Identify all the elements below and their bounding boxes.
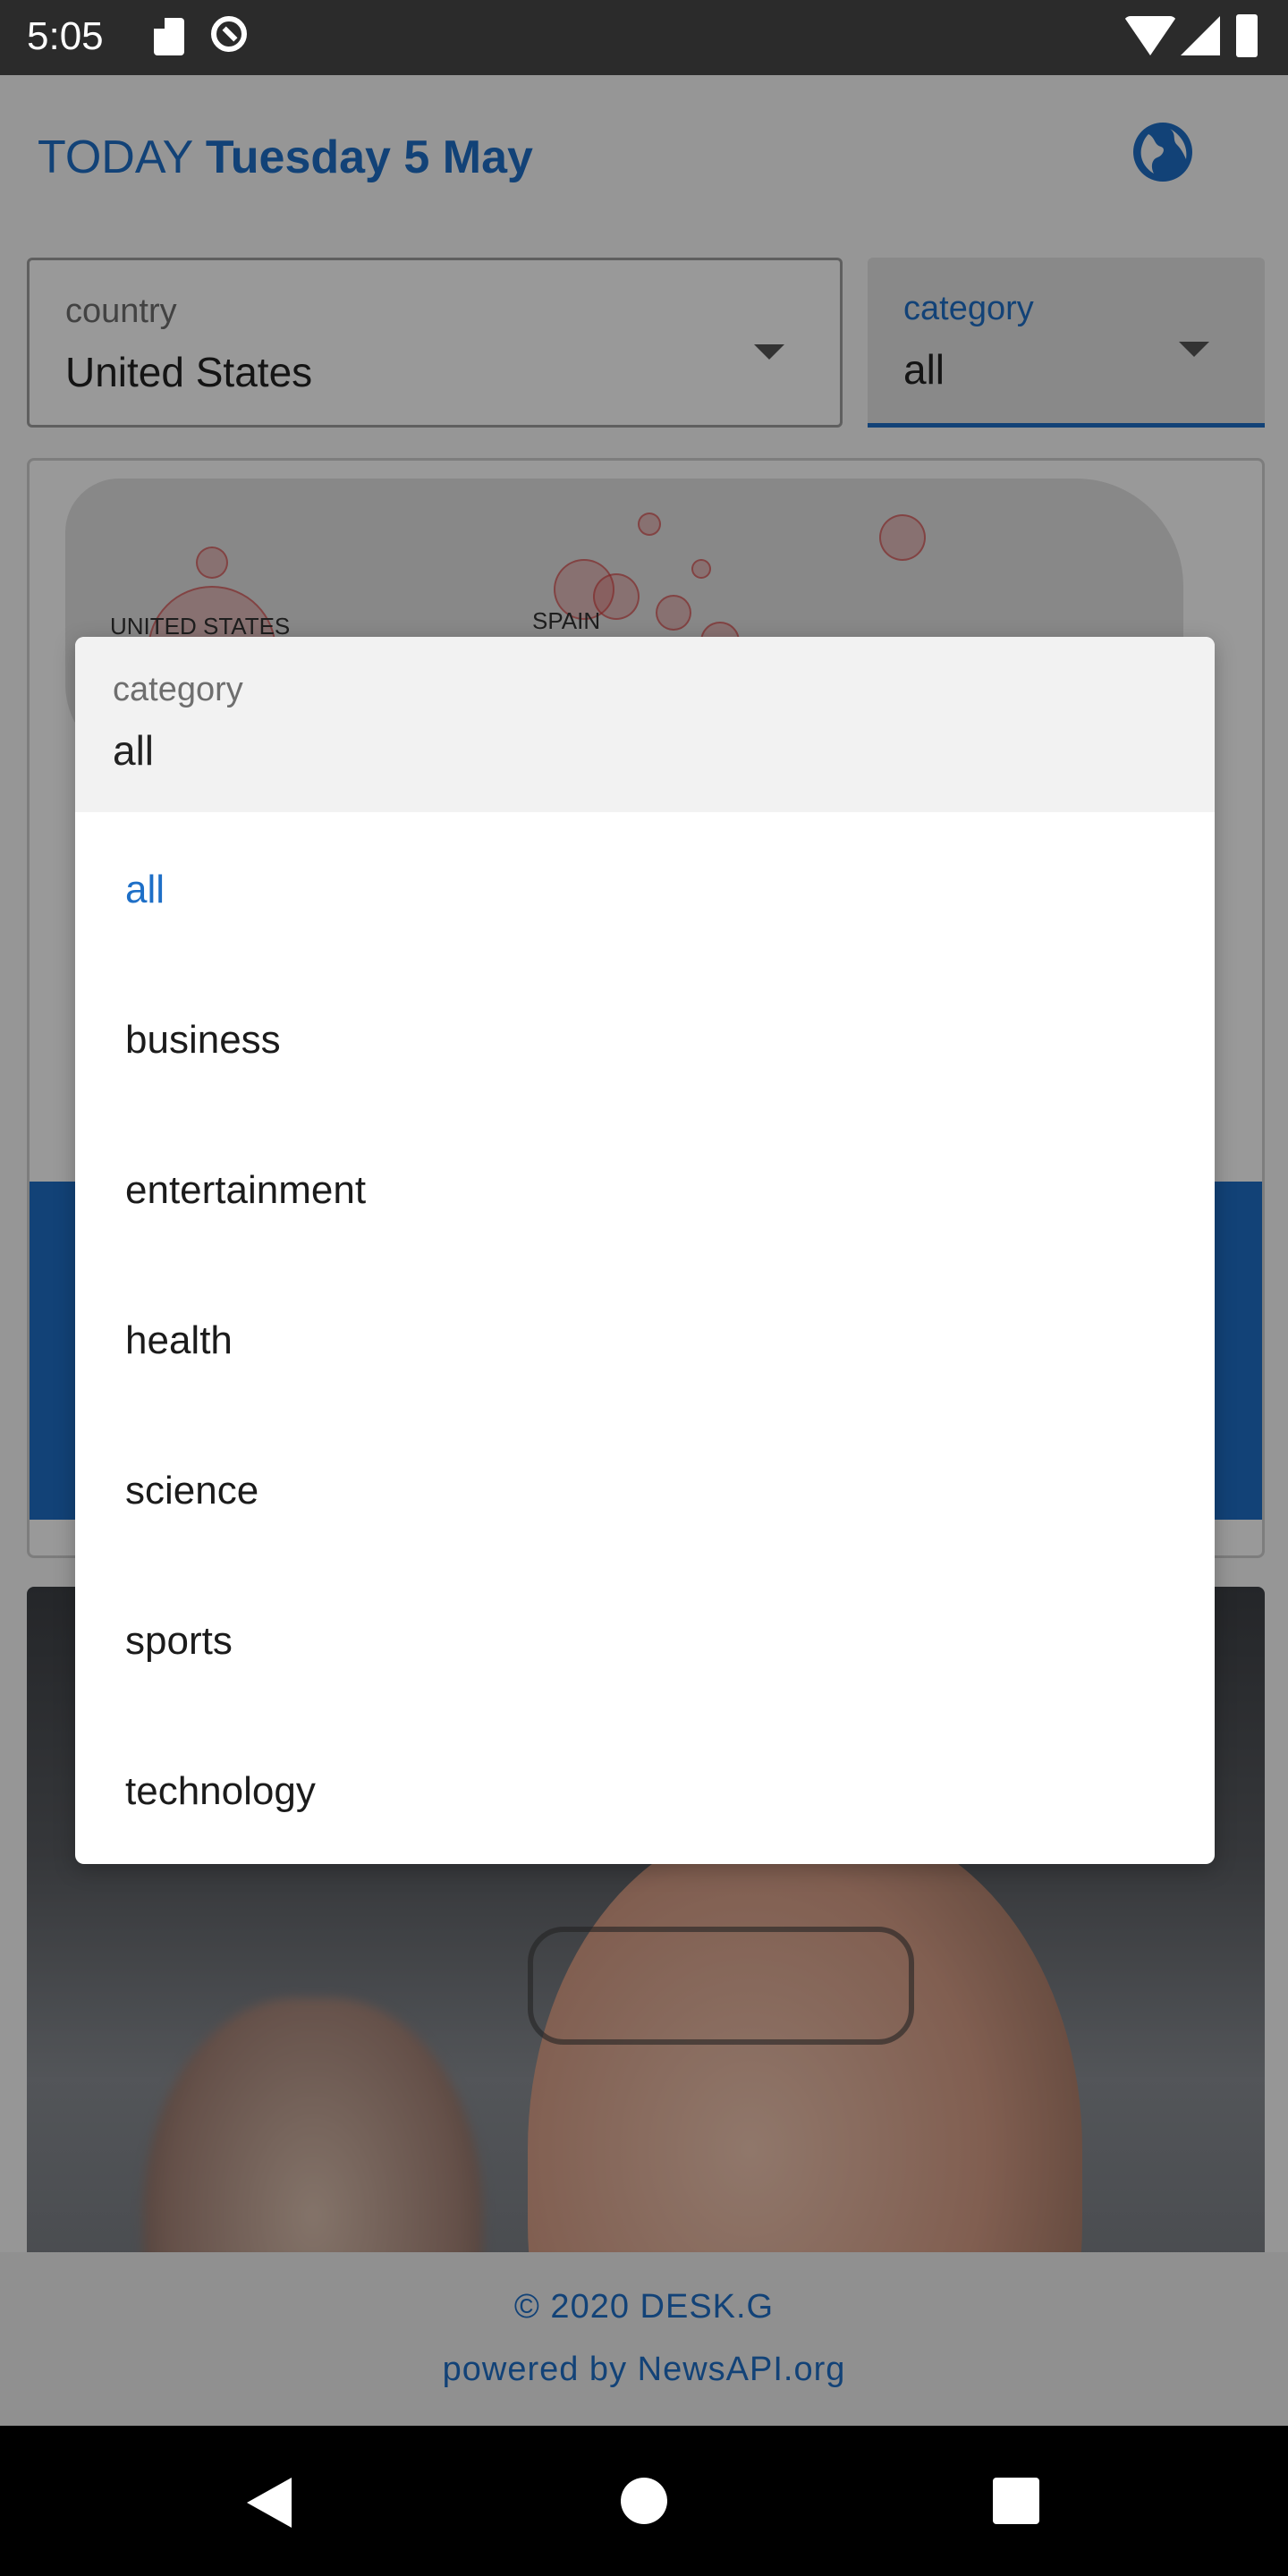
option-label: science bbox=[125, 1469, 259, 1513]
wifi-icon bbox=[1123, 16, 1177, 55]
dropdown-option-entertainment[interactable]: entertainment bbox=[75, 1116, 1215, 1267]
battery-icon bbox=[1236, 14, 1258, 57]
dropdown-label: category bbox=[113, 671, 243, 708]
option-label: entertainment bbox=[125, 1168, 367, 1212]
dropdown-option-business[interactable]: business bbox=[75, 966, 1215, 1116]
sd-card-icon bbox=[154, 18, 184, 55]
dropdown-option-sports[interactable]: sports bbox=[75, 1567, 1215, 1717]
back-icon[interactable] bbox=[247, 2478, 292, 2528]
option-label: health bbox=[125, 1318, 233, 1362]
dropdown-value: all bbox=[113, 727, 155, 774]
system-nav-bar bbox=[0, 2426, 1288, 2576]
option-label: technology bbox=[125, 1769, 316, 1813]
dropdown-option-science[interactable]: science bbox=[75, 1417, 1215, 1567]
status-bar: 5:05 bbox=[0, 0, 1288, 75]
signal-icon bbox=[1181, 16, 1220, 55]
category-dropdown-menu: category all all business entertainment … bbox=[75, 637, 1215, 1864]
dropdown-option-all[interactable]: all bbox=[75, 816, 1215, 966]
status-time: 5:05 bbox=[27, 14, 104, 58]
option-label: business bbox=[125, 1018, 281, 1062]
option-label: sports bbox=[125, 1619, 233, 1663]
do-not-disturb-icon bbox=[211, 16, 247, 52]
dropdown-header[interactable]: category all bbox=[75, 637, 1215, 812]
home-icon[interactable] bbox=[621, 2478, 667, 2524]
recents-icon[interactable] bbox=[993, 2478, 1039, 2524]
option-label: all bbox=[125, 868, 165, 911]
dropdown-option-health[interactable]: health bbox=[75, 1267, 1215, 1417]
dropdown-option-technology[interactable]: technology bbox=[75, 1717, 1215, 1864]
